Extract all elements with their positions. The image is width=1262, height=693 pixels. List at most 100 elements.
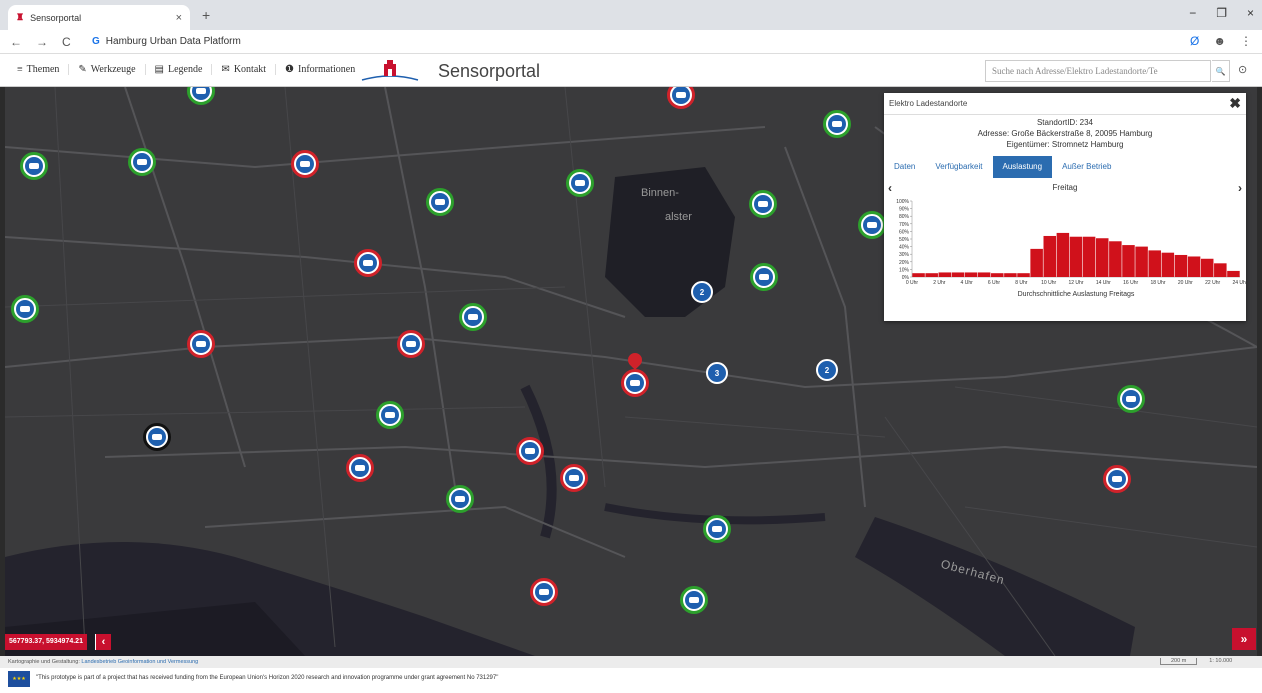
search-button[interactable]: 🔍 — [1212, 60, 1230, 82]
tab-close-icon[interactable]: × — [176, 12, 182, 24]
chart-bar — [951, 272, 965, 277]
charging-station-marker[interactable] — [560, 464, 588, 492]
x-tick-label: 2 Uhr — [933, 280, 946, 286]
chart-bar — [1082, 236, 1096, 277]
charging-station-marker[interactable] — [426, 188, 454, 216]
chart-bar — [991, 273, 1004, 277]
reload-icon[interactable]: C — [62, 35, 71, 49]
charging-station-marker[interactable] — [823, 110, 851, 138]
popup-tabs: Daten Verfügbarkeit Auslastung Außer Bet… — [884, 156, 1246, 178]
charging-station-marker[interactable] — [20, 152, 48, 180]
chart-bar — [912, 273, 925, 277]
browser-tab-strip: ♜ Sensorportal × + − ❐ × — [0, 0, 1262, 30]
wrench-icon: ✎ — [78, 64, 87, 75]
car-icon — [296, 155, 314, 173]
expand-panel-icon[interactable]: » — [1232, 628, 1256, 650]
map-label-alster: alster — [665, 211, 692, 223]
station-id: StandortID: 234 — [1036, 118, 1094, 127]
chart-bar — [1069, 236, 1083, 277]
search-icon: 🔍 — [1215, 66, 1226, 76]
charging-station-marker[interactable] — [530, 578, 558, 606]
menu-label: Informationen — [298, 64, 356, 75]
profile-icon[interactable]: ☻ — [1213, 34, 1226, 48]
tab-ausser-betrieb[interactable]: Außer Betrieb — [1052, 156, 1121, 178]
charging-station-marker[interactable] — [187, 330, 215, 358]
browser-menu-icon[interactable]: ⋮ — [1240, 34, 1252, 48]
cluster-marker[interactable]: 2 — [691, 281, 713, 303]
y-tick-label: 100% — [896, 199, 909, 205]
collapse-coords-icon[interactable]: ‹ — [95, 634, 111, 650]
charging-station-marker[interactable] — [703, 515, 731, 543]
charging-station-marker[interactable] — [680, 586, 708, 614]
y-tick-label: 70% — [899, 222, 910, 228]
charging-station-marker[interactable] — [346, 454, 374, 482]
car-icon — [828, 115, 846, 133]
car-icon — [863, 216, 881, 234]
minimize-button[interactable]: − — [1189, 6, 1196, 20]
charging-station-marker[interactable] — [749, 190, 777, 218]
chevron-left-icon[interactable]: ‹ — [888, 181, 892, 195]
browser-tab[interactable]: ♜ Sensorportal × — [8, 5, 190, 30]
new-tab-button[interactable]: + — [202, 7, 210, 23]
chevron-right-icon[interactable]: › — [1238, 181, 1242, 195]
cluster-marker[interactable]: 3 — [706, 362, 728, 384]
chart-bar — [1161, 252, 1175, 277]
menu-label: Themen — [26, 64, 60, 75]
car-icon — [451, 490, 469, 508]
x-tick-label: 24 Uhr — [1232, 280, 1246, 286]
car-icon — [148, 428, 166, 446]
hamburg-logo-icon — [361, 60, 419, 81]
charging-station-marker[interactable] — [516, 437, 544, 465]
menu-legende[interactable]: ▤ Legende — [146, 64, 213, 75]
back-icon[interactable]: ← — [10, 35, 22, 49]
chart-bar — [1030, 248, 1043, 277]
charging-station-marker[interactable] — [446, 485, 474, 513]
scale-indicator: 200 m 1: 10.000 — [1160, 658, 1232, 665]
charging-station-marker[interactable] — [291, 150, 319, 178]
charging-station-marker[interactable] — [376, 401, 404, 429]
charging-station-marker[interactable] — [566, 169, 594, 197]
charging-station-marker[interactable] — [128, 148, 156, 176]
hamburg-favicon-icon: ♜ — [16, 12, 25, 22]
extension-icon[interactable]: Ø — [1190, 34, 1199, 48]
charging-station-marker[interactable] — [1117, 385, 1145, 413]
chart-bar — [1135, 246, 1148, 277]
menu-informationen[interactable]: ❶ Informationen — [276, 64, 364, 75]
charging-station-marker[interactable] — [397, 330, 425, 358]
usage-chart: 100%90%80%70%60%50%40%30%20%10%0%0 Uhr 2 … — [896, 199, 1246, 298]
charging-station-marker[interactable] — [11, 295, 39, 323]
site-icon: G — [92, 36, 100, 47]
tab-verfuegbarkeit[interactable]: Verfügbarkeit — [925, 156, 992, 178]
maximize-button[interactable]: ❐ — [1216, 6, 1227, 20]
menu-werkzeuge[interactable]: ✎ Werkzeuge — [69, 64, 146, 75]
menu-themen[interactable]: ≡ Themen — [8, 64, 70, 75]
x-tick-label: 22 Uhr — [1205, 280, 1220, 286]
y-tick-label: 40% — [899, 245, 910, 251]
charging-station-marker[interactable] — [354, 249, 382, 277]
car-icon — [626, 374, 644, 392]
chart-bar — [1017, 273, 1030, 277]
y-tick-label: 50% — [899, 237, 910, 243]
x-axis-label: Durchschnittliche Auslastung Freitags — [1018, 291, 1135, 298]
url-field[interactable]: G Hamburg Urban Data Platform — [92, 36, 241, 47]
menu-kontakt[interactable]: ✉ Kontakt — [212, 64, 277, 75]
cluster-marker[interactable]: 2 — [816, 359, 838, 381]
chart-bar — [1227, 270, 1240, 277]
tab-auslastung[interactable]: Auslastung — [992, 156, 1053, 178]
forward-icon[interactable]: → — [36, 35, 48, 49]
day-selector: ‹ Freitag › — [884, 181, 1246, 197]
charging-station-marker[interactable] — [750, 263, 778, 291]
close-icon[interactable]: ✖ — [1229, 95, 1241, 112]
help-icon[interactable]: ⊙ — [1238, 63, 1247, 76]
charging-station-marker[interactable] — [1103, 465, 1131, 493]
charging-station-marker[interactable] — [858, 211, 886, 239]
search-input[interactable]: Suche nach Adresse/Elektro Ladestandorte… — [985, 60, 1211, 82]
charging-station-marker[interactable] — [143, 423, 171, 451]
attribution-link[interactable]: Landesbetrieb Geoinformation und Vermess… — [81, 659, 198, 665]
car-icon — [571, 174, 589, 192]
close-window-button[interactable]: × — [1247, 6, 1254, 20]
tab-daten[interactable]: Daten — [884, 156, 925, 178]
charging-station-marker-selected[interactable] — [621, 369, 649, 397]
map-label-binnen: Binnen- — [641, 187, 679, 199]
charging-station-marker[interactable] — [459, 303, 487, 331]
